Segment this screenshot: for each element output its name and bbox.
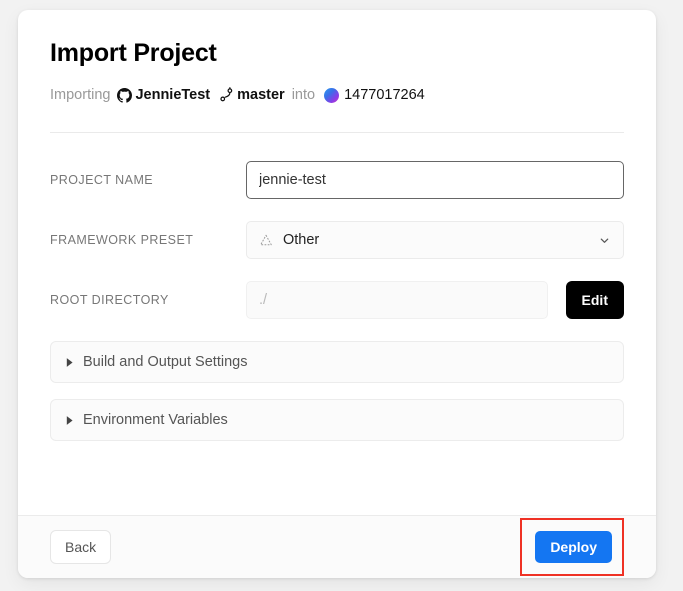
project-name-input[interactable]: [246, 161, 624, 199]
edit-root-directory-button[interactable]: Edit: [565, 281, 624, 319]
chevron-down-icon: [598, 234, 611, 247]
project-name-label: PROJECT NAME: [50, 173, 154, 187]
back-button[interactable]: Back: [50, 530, 112, 564]
into-label: into: [291, 87, 316, 103]
page-title: Import Project: [50, 39, 217, 67]
importing-prefix-label: Importing: [50, 87, 111, 103]
import-project-card: Import Project Importing JennieTest mast…: [18, 10, 656, 578]
branch-name: master: [237, 87, 285, 103]
deploy-button-wrapper: Deploy: [520, 518, 624, 576]
github-icon: [117, 87, 133, 103]
root-directory-row: ROOT DIRECTORY Edit: [50, 281, 624, 319]
card-header: Import Project Importing JennieTest mast…: [18, 10, 656, 133]
framework-preset-control: Other: [246, 221, 624, 259]
framework-preset-row: FRAMEWORK PRESET Other: [50, 221, 624, 259]
framework-preset-select[interactable]: Other: [246, 221, 624, 259]
deploy-button[interactable]: Deploy: [535, 531, 612, 563]
project-name-control: [246, 161, 624, 199]
root-directory-control: Edit: [246, 281, 624, 319]
repo-name: JennieTest: [135, 87, 211, 103]
root-directory-label: ROOT DIRECTORY: [50, 293, 169, 307]
card-body: PROJECT NAME FRAMEWORK PRESET Other: [18, 133, 656, 515]
accordion-build-and-output-settings[interactable]: Build and Output Settings: [50, 341, 624, 383]
accordion-label: Build and Output Settings: [83, 354, 248, 370]
import-source-line: Importing JennieTest master into 1477017…: [50, 84, 624, 106]
git-branch-icon: [219, 87, 234, 103]
accordion-label: Environment Variables: [83, 412, 228, 428]
card-footer: Back Deploy: [18, 515, 656, 578]
accordion-environment-variables[interactable]: Environment Variables: [50, 399, 624, 441]
triangle-right-icon: [65, 357, 74, 368]
project-name-row: PROJECT NAME: [50, 161, 624, 199]
framework-preset-label: FRAMEWORK PRESET: [50, 233, 194, 247]
triangle-right-icon: [65, 415, 74, 426]
root-directory-input[interactable]: [246, 281, 548, 319]
framework-other-icon: [259, 233, 273, 247]
team-name: 1477017264: [344, 87, 425, 103]
framework-preset-value: Other: [283, 232, 320, 248]
team-avatar: [324, 87, 340, 103]
